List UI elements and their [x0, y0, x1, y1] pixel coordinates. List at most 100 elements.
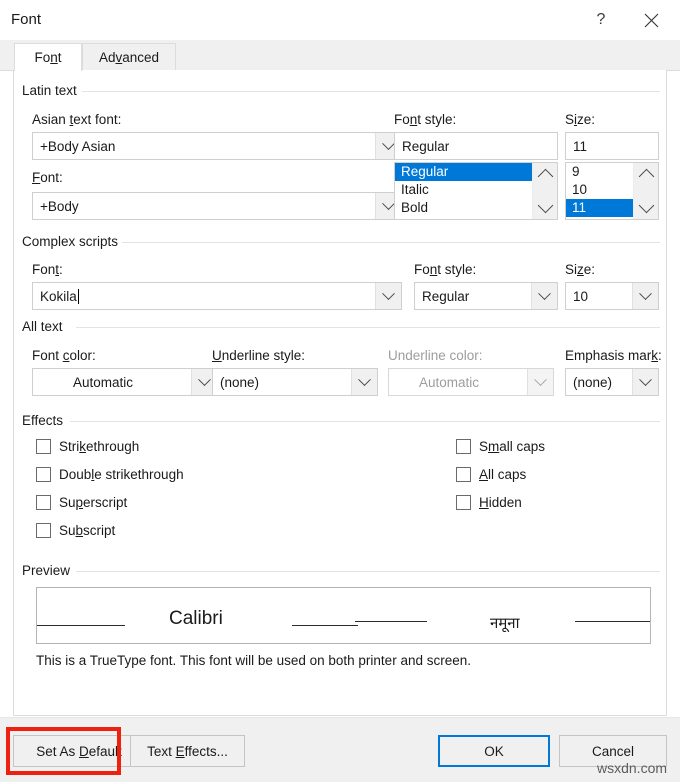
font-dialog: Font ? Font Advanced Latin text Asian te… [0, 0, 680, 782]
text-effects-label: Text Effects... [147, 744, 228, 759]
dialog-title: Font [11, 3, 41, 37]
checkbox-box[interactable] [36, 495, 51, 510]
checkbox-label: Double strikethrough [59, 467, 184, 482]
ok-label: OK [484, 744, 504, 759]
complex-font-style-label: Font style: [414, 262, 476, 277]
chevron-down-icon[interactable] [375, 283, 401, 309]
font-preview-box: Calibri नमूना [36, 587, 651, 644]
ok-button[interactable]: OK [438, 735, 550, 767]
complex-size-combo[interactable]: 10 [565, 282, 659, 310]
complex-font-style-combo[interactable]: Regular [414, 282, 558, 310]
emphasis-mark-combo[interactable]: (none) [565, 368, 659, 396]
checkbox-hidden[interactable]: Hidden [456, 495, 522, 510]
font-tab-panel: Latin text Asian text font: +Body Asian … [13, 70, 667, 716]
underline-color-label: Underline color: [388, 348, 483, 363]
latin-font-style-listbox[interactable]: Regular Italic Bold [394, 162, 558, 220]
latin-font-style-label: Font style: [394, 112, 456, 127]
preview-rule [355, 621, 427, 622]
tab-strip: Font Advanced [0, 40, 680, 71]
complex-size-label: Size: [565, 262, 595, 277]
checkbox-superscript[interactable]: Superscript [36, 495, 127, 510]
font-color-label: Font color: [32, 348, 96, 363]
latin-size-items: 9 10 11 [566, 163, 633, 219]
close-icon[interactable] [628, 0, 674, 40]
checkbox-small-caps[interactable]: Small caps [456, 439, 545, 454]
latin-size-scrollbar[interactable] [633, 163, 658, 219]
help-icon[interactable]: ? [578, 0, 624, 40]
checkbox-strikethrough[interactable]: Strikethrough [36, 439, 139, 454]
title-bar: Font ? [0, 0, 680, 40]
text-effects-button[interactable]: Text Effects... [130, 735, 245, 767]
list-item[interactable]: Italic [395, 181, 532, 199]
complex-font-value: Kokila [33, 283, 375, 309]
preview-rule [37, 625, 125, 626]
group-label-complex-scripts: Complex scripts [20, 234, 122, 249]
latin-size-listbox[interactable]: 9 10 11 [565, 162, 659, 220]
underline-color-value: Automatic [389, 369, 527, 395]
latin-font-style-input[interactable]: Regular [394, 132, 558, 160]
checkbox-box[interactable] [456, 439, 471, 454]
checkbox-label: All caps [479, 467, 526, 482]
font-color-value: Automatic [33, 369, 191, 395]
checkbox-label: Small caps [479, 439, 545, 454]
cancel-label: Cancel [592, 744, 634, 759]
watermark: wsxdn.com [597, 760, 667, 776]
underline-style-combo[interactable]: (none) [212, 368, 378, 396]
checkbox-all-caps[interactable]: All caps [456, 467, 526, 482]
latin-size-label: Size: [565, 112, 595, 127]
latin-font-value: +Body [33, 193, 375, 219]
group-divider-preview [76, 571, 660, 572]
scroll-up-icon[interactable] [638, 169, 654, 185]
group-divider-all-text [76, 327, 660, 328]
emphasis-mark-label: Emphasis mark: [565, 348, 662, 363]
chevron-down-icon[interactable] [632, 283, 658, 309]
set-as-default-label: Set As Default [36, 744, 122, 759]
list-item[interactable]: 9 [566, 163, 633, 181]
asian-text-font-label: Asian text font: [32, 112, 121, 127]
tab-font-label: Font [34, 50, 61, 65]
group-label-preview: Preview [20, 563, 74, 578]
list-item[interactable]: 10 [566, 181, 633, 199]
checkbox-label: Subscript [59, 523, 115, 538]
checkbox-double-strikethrough[interactable]: Double strikethrough [36, 467, 184, 482]
scroll-up-icon[interactable] [537, 169, 553, 185]
checkbox-box[interactable] [456, 495, 471, 510]
checkbox-label: Superscript [59, 495, 127, 510]
scroll-down-icon[interactable] [638, 198, 654, 214]
checkbox-subscript[interactable]: Subscript [36, 523, 115, 538]
chevron-down-icon[interactable] [531, 283, 557, 309]
latin-font-style-scrollbar[interactable] [532, 163, 557, 219]
list-item[interactable]: Regular [395, 163, 532, 181]
checkbox-box[interactable] [456, 467, 471, 482]
latin-font-combo[interactable]: +Body [32, 192, 402, 220]
latin-size-input[interactable]: 11 [565, 132, 659, 160]
text-caret [78, 289, 79, 304]
emphasis-mark-value: (none) [566, 369, 632, 395]
list-item[interactable]: Bold [395, 199, 532, 217]
underline-color-combo: Automatic [388, 368, 554, 396]
group-label-effects: Effects [20, 413, 67, 428]
tab-font[interactable]: Font [14, 43, 82, 71]
complex-font-label: Font: [32, 262, 63, 277]
tab-advanced[interactable]: Advanced [82, 43, 176, 71]
chevron-down-icon [527, 369, 553, 395]
chevron-down-icon[interactable] [351, 369, 377, 395]
checkbox-box[interactable] [36, 467, 51, 482]
group-divider-complex-scripts [122, 242, 660, 243]
latin-font-label: Font: [32, 170, 63, 185]
latin-font-style-value: Regular [395, 133, 557, 159]
asian-text-font-combo[interactable]: +Body Asian [32, 132, 402, 160]
complex-font-combo[interactable]: Kokila [32, 282, 402, 310]
latin-font-style-items: Regular Italic Bold [395, 163, 532, 219]
font-color-combo[interactable]: Automatic [32, 368, 218, 396]
checkbox-box[interactable] [36, 439, 51, 454]
chevron-down-icon[interactable] [632, 369, 658, 395]
scroll-down-icon[interactable] [537, 198, 553, 214]
preview-complex-sample: नमूना [490, 613, 520, 633]
list-item[interactable]: 11 [566, 199, 633, 217]
group-divider-effects [70, 421, 660, 422]
asian-text-font-value: +Body Asian [33, 133, 375, 159]
checkbox-box[interactable] [36, 523, 51, 538]
preview-rule [575, 621, 651, 622]
set-as-default-button[interactable]: Set As Default [13, 735, 145, 767]
